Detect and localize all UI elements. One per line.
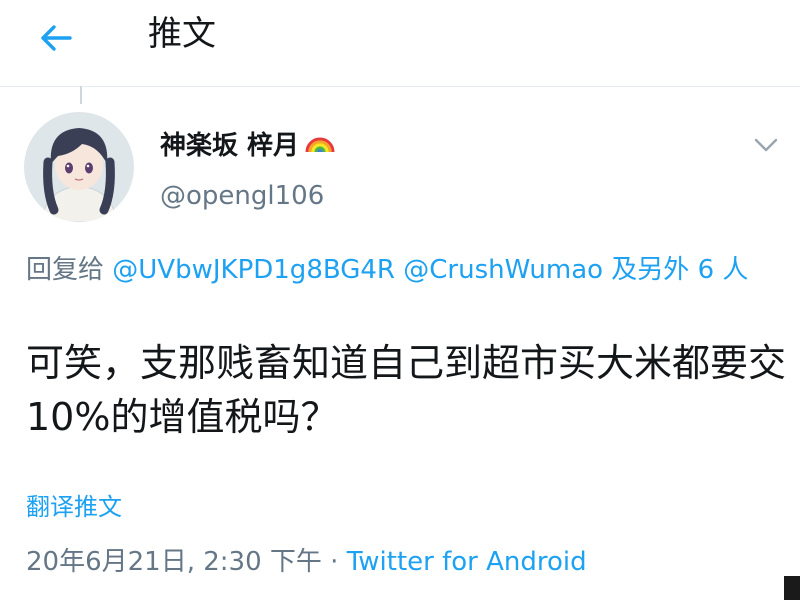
chevron-down-icon	[754, 138, 778, 152]
reply-prefix: 回复给	[26, 255, 113, 285]
translate-tweet-link[interactable]: 翻译推文	[26, 490, 122, 524]
top-bar: 推文	[0, 0, 800, 78]
more-options-button[interactable]	[748, 130, 784, 160]
mention-link[interactable]: @UVbwJKPD1g8BG4R	[112, 255, 395, 285]
tweet-text: 可笑，支那贱畜知道自己到超市买大米都要交10%的增值税吗？	[26, 341, 787, 439]
tweet-timestamp: 20年6月21日, 2:30 下午	[26, 547, 322, 577]
avatar-illustration	[24, 112, 134, 222]
back-button[interactable]	[32, 14, 80, 62]
tweet-source-link[interactable]: Twitter for Android	[347, 547, 587, 577]
author-avatar[interactable]	[24, 112, 134, 222]
arrow-left-icon	[41, 25, 72, 51]
reply-context: 回复给 @UVbwJKPD1g8BG4R @CrushWumao 及另外 6 人	[26, 252, 786, 288]
rainbow-emoji-icon	[305, 128, 335, 164]
thread-connector-line	[80, 86, 82, 104]
corner-artifact	[784, 576, 800, 600]
header-divider	[0, 86, 800, 87]
tweet-metadata: 20年6月21日, 2:30 下午 · Twitter for Android	[26, 544, 587, 580]
author-name-text: 神楽坂 梓月	[160, 131, 300, 161]
page-title: 推文	[148, 14, 216, 54]
meta-separator: ·	[321, 547, 347, 577]
mention-link[interactable]: @CrushWumao	[403, 255, 603, 285]
author-username[interactable]: @opengl106	[160, 178, 324, 214]
others-link[interactable]: 及另外 6 人	[603, 255, 748, 285]
author-display-name[interactable]: 神楽坂 梓月	[160, 128, 335, 164]
